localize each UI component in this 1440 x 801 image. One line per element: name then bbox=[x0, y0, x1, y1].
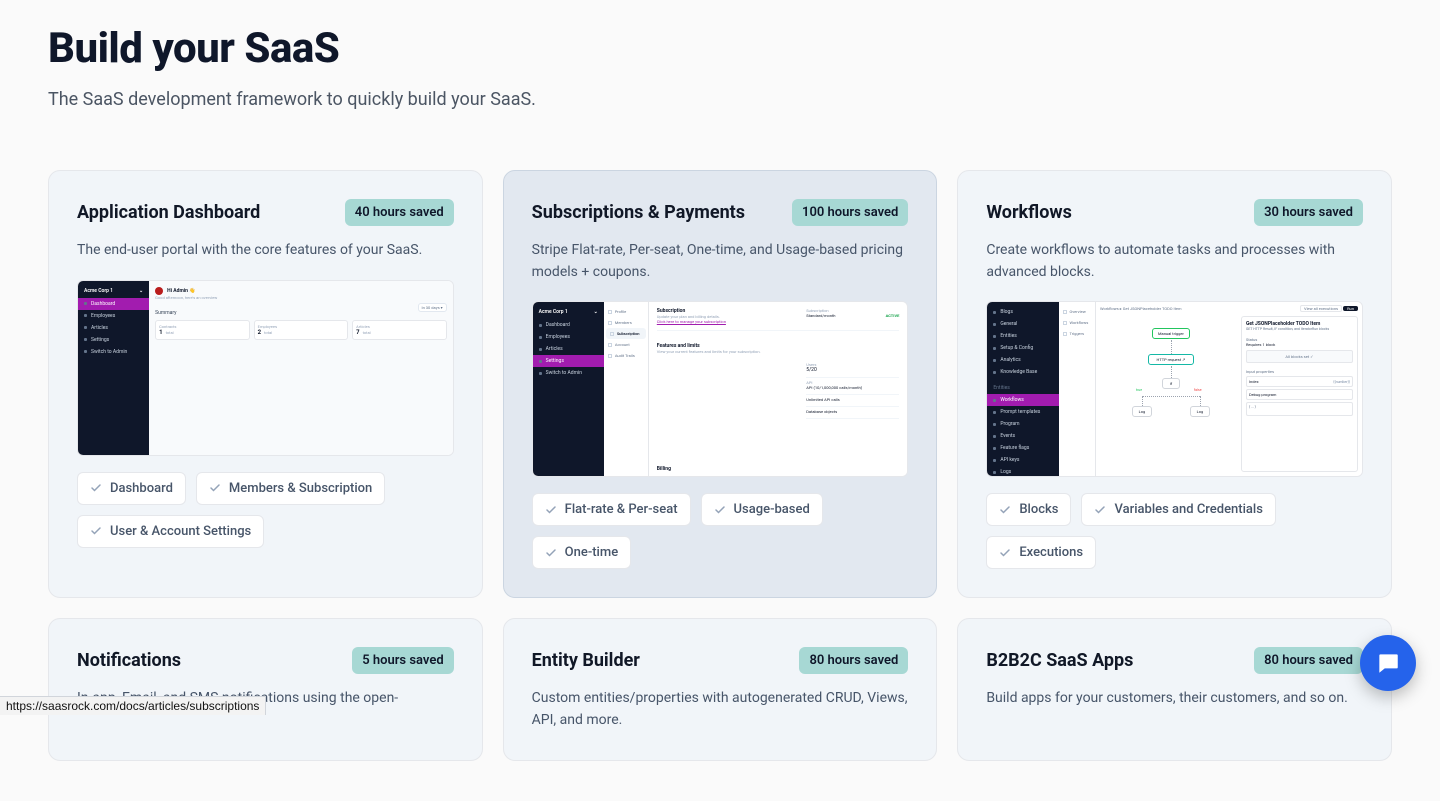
tag-dashboard: Dashboard bbox=[77, 472, 186, 505]
check-icon bbox=[545, 547, 557, 559]
preview-dashboard: Acme Corp 1⌄ Dashboard Employees Article… bbox=[77, 280, 454, 456]
card-b2b2c-saas-apps[interactable]: B2B2C SaaS Apps 80 hours saved Build app… bbox=[957, 618, 1392, 760]
card-desc: Stripe Flat-rate, Per-seat, One-time, an… bbox=[532, 240, 909, 283]
preview-subscriptions: Acme Corp 1⌄ Dashboard Employees Article… bbox=[532, 301, 909, 477]
page-subtitle: The SaaS development framework to quickl… bbox=[48, 89, 1392, 110]
hours-saved-badge: 40 hours saved bbox=[345, 199, 454, 226]
check-icon bbox=[1094, 504, 1106, 516]
card-title: B2B2C SaaS Apps bbox=[986, 650, 1133, 671]
card-desc: Custom entities/properties with autogene… bbox=[532, 688, 909, 731]
tag-variables-credentials: Variables and Credentials bbox=[1081, 493, 1275, 526]
hours-saved-badge: 100 hours saved bbox=[792, 199, 908, 226]
card-title: Subscriptions & Payments bbox=[532, 202, 745, 223]
hours-saved-badge: 30 hours saved bbox=[1254, 199, 1363, 226]
card-desc: Build apps for your customers, their cus… bbox=[986, 688, 1363, 710]
card-desc: Create workflows to automate tasks and p… bbox=[986, 240, 1363, 283]
check-icon bbox=[714, 504, 726, 516]
card-desc: The end-user portal with the core featur… bbox=[77, 240, 454, 262]
card-notifications[interactable]: Notifications 5 hours saved In-app, Emai… bbox=[48, 618, 483, 760]
check-icon bbox=[999, 547, 1011, 559]
check-icon bbox=[90, 482, 102, 494]
tag-usage-based: Usage-based bbox=[701, 493, 823, 526]
tag-user-account-settings: User & Account Settings bbox=[77, 515, 264, 548]
features-grid: Application Dashboard 40 hours saved The… bbox=[48, 170, 1392, 761]
card-application-dashboard[interactable]: Application Dashboard 40 hours saved The… bbox=[48, 170, 483, 598]
hours-saved-badge: 80 hours saved bbox=[1254, 647, 1363, 674]
tag-members-subscription: Members & Subscription bbox=[196, 472, 385, 505]
tag-executions: Executions bbox=[986, 536, 1096, 569]
tag-blocks: Blocks bbox=[986, 493, 1071, 526]
chat-fab[interactable] bbox=[1360, 635, 1416, 691]
page-title: Build your SaaS bbox=[48, 24, 1392, 73]
preview-workflows: Blogs General Entities Setup & Config An… bbox=[986, 301, 1363, 477]
hours-saved-badge: 80 hours saved bbox=[799, 647, 908, 674]
check-icon bbox=[209, 482, 221, 494]
tag-flat-rate-per-seat: Flat-rate & Per-seat bbox=[532, 493, 691, 526]
card-title: Application Dashboard bbox=[77, 202, 260, 223]
avatar bbox=[155, 287, 163, 295]
check-icon bbox=[90, 525, 102, 537]
card-entity-builder[interactable]: Entity Builder 80 hours saved Custom ent… bbox=[503, 618, 938, 760]
check-icon bbox=[545, 504, 557, 516]
check-icon bbox=[999, 504, 1011, 516]
tag-one-time: One-time bbox=[532, 536, 632, 569]
browser-status-url: https://saasrock.com/docs/articles/subsc… bbox=[0, 696, 266, 715]
card-title: Entity Builder bbox=[532, 650, 640, 671]
hours-saved-badge: 5 hours saved bbox=[352, 647, 453, 674]
chat-icon bbox=[1375, 650, 1401, 676]
card-subscriptions-payments[interactable]: Subscriptions & Payments 100 hours saved… bbox=[503, 170, 938, 598]
card-workflows[interactable]: Workflows 30 hours saved Create workflow… bbox=[957, 170, 1392, 598]
card-title: Notifications bbox=[77, 650, 181, 671]
card-title: Workflows bbox=[986, 202, 1072, 223]
